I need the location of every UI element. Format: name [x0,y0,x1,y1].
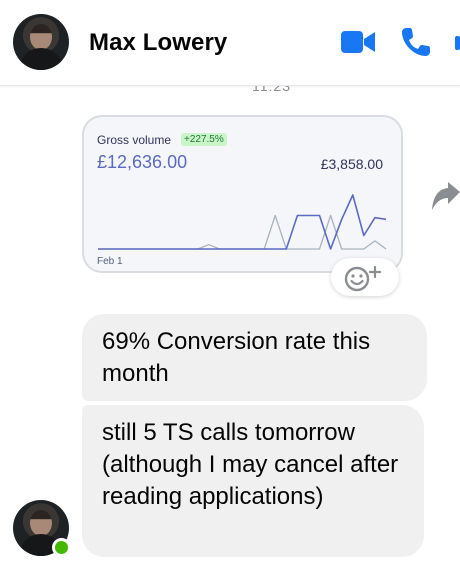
chart-date-label: Feb 1 [97,256,123,267]
gross-volume-chart [98,194,387,250]
message-bubble[interactable]: 69% Conversion rate this month [82,314,427,401]
video-call-icon[interactable] [341,30,375,54]
phone-call-icon[interactable] [400,26,432,58]
contact-avatar[interactable] [13,14,69,70]
contact-name[interactable]: Max Lowery [89,29,227,57]
message-text: 69% Conversion rate this month [102,328,371,387]
message-bubble[interactable]: still 5 TS calls tomorrow (although I ma… [82,405,424,557]
add-reaction-button[interactable] [331,258,399,296]
share-icon[interactable] [432,180,460,212]
gross-volume-card[interactable]: Gross volume +227.5% £12,636.00 £3,858.0… [82,115,403,273]
series-line-previous [98,214,387,250]
add-reaction-icon [344,265,382,292]
info-icon[interactable] [452,36,460,50]
online-status-dot [52,538,71,557]
chat-header: Max Lowery [0,0,460,86]
series-line-current [98,194,387,250]
message-text: still 5 TS calls tomorrow (although I ma… [102,419,399,510]
